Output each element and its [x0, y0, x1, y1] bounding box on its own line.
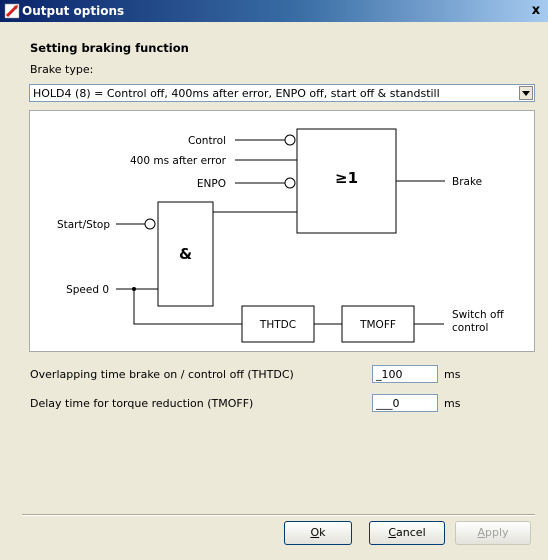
enpo-negation — [284, 177, 296, 189]
brake-logic-diagram: ≥1 Control 400 ms after error ENPO Brake… — [29, 110, 535, 352]
chevron-down-icon[interactable] — [519, 86, 533, 100]
thtdc-label: THTDC — [259, 319, 296, 331]
section-title: Setting braking function — [30, 41, 189, 55]
ok-button[interactable]: Ok — [284, 521, 352, 545]
input-enpo-label: ENPO — [197, 178, 226, 190]
thtdc-param-label: Overlapping time brake on / control off … — [30, 368, 294, 381]
input-after-error-label: 400 ms after error — [130, 155, 227, 167]
and-gate-label: & — [179, 245, 192, 263]
app-icon — [4, 3, 20, 19]
cancel-button[interactable]: Cancel — [369, 521, 445, 545]
input-control-label: Control — [188, 135, 226, 147]
brake-type-label: Brake type: — [30, 63, 94, 76]
input-speed0-label: Speed 0 — [66, 284, 109, 296]
title-bar: Output options x — [0, 0, 548, 22]
switch-off-label: Switch off — [452, 309, 504, 321]
control-output-label: control — [452, 322, 488, 334]
apply-button[interactable]: Apply — [455, 521, 531, 545]
thtdc-unit: ms — [444, 368, 461, 381]
thtdc-input[interactable]: _100 — [372, 365, 438, 383]
or-gate-label: ≥1 — [335, 169, 358, 187]
brake-type-select[interactable]: HOLD4 (8) = Control off, 400ms after err… — [29, 84, 535, 102]
control-negation — [284, 134, 296, 146]
tmoff-label: TMOFF — [359, 319, 396, 331]
start-stop-negation — [144, 218, 156, 230]
brake-type-value: HOLD4 (8) = Control off, 400ms after err… — [33, 87, 440, 100]
close-button[interactable]: x — [528, 3, 544, 18]
tmoff-input[interactable]: ___0 — [372, 394, 438, 412]
tmoff-param-label: Delay time for torque reduction (TMOFF) — [30, 397, 254, 410]
window-title: Output options — [22, 4, 125, 18]
input-start-stop-label: Start/Stop — [57, 219, 110, 231]
output-brake-label: Brake — [452, 176, 482, 188]
tmoff-unit: ms — [444, 397, 461, 410]
button-separator — [22, 514, 535, 516]
